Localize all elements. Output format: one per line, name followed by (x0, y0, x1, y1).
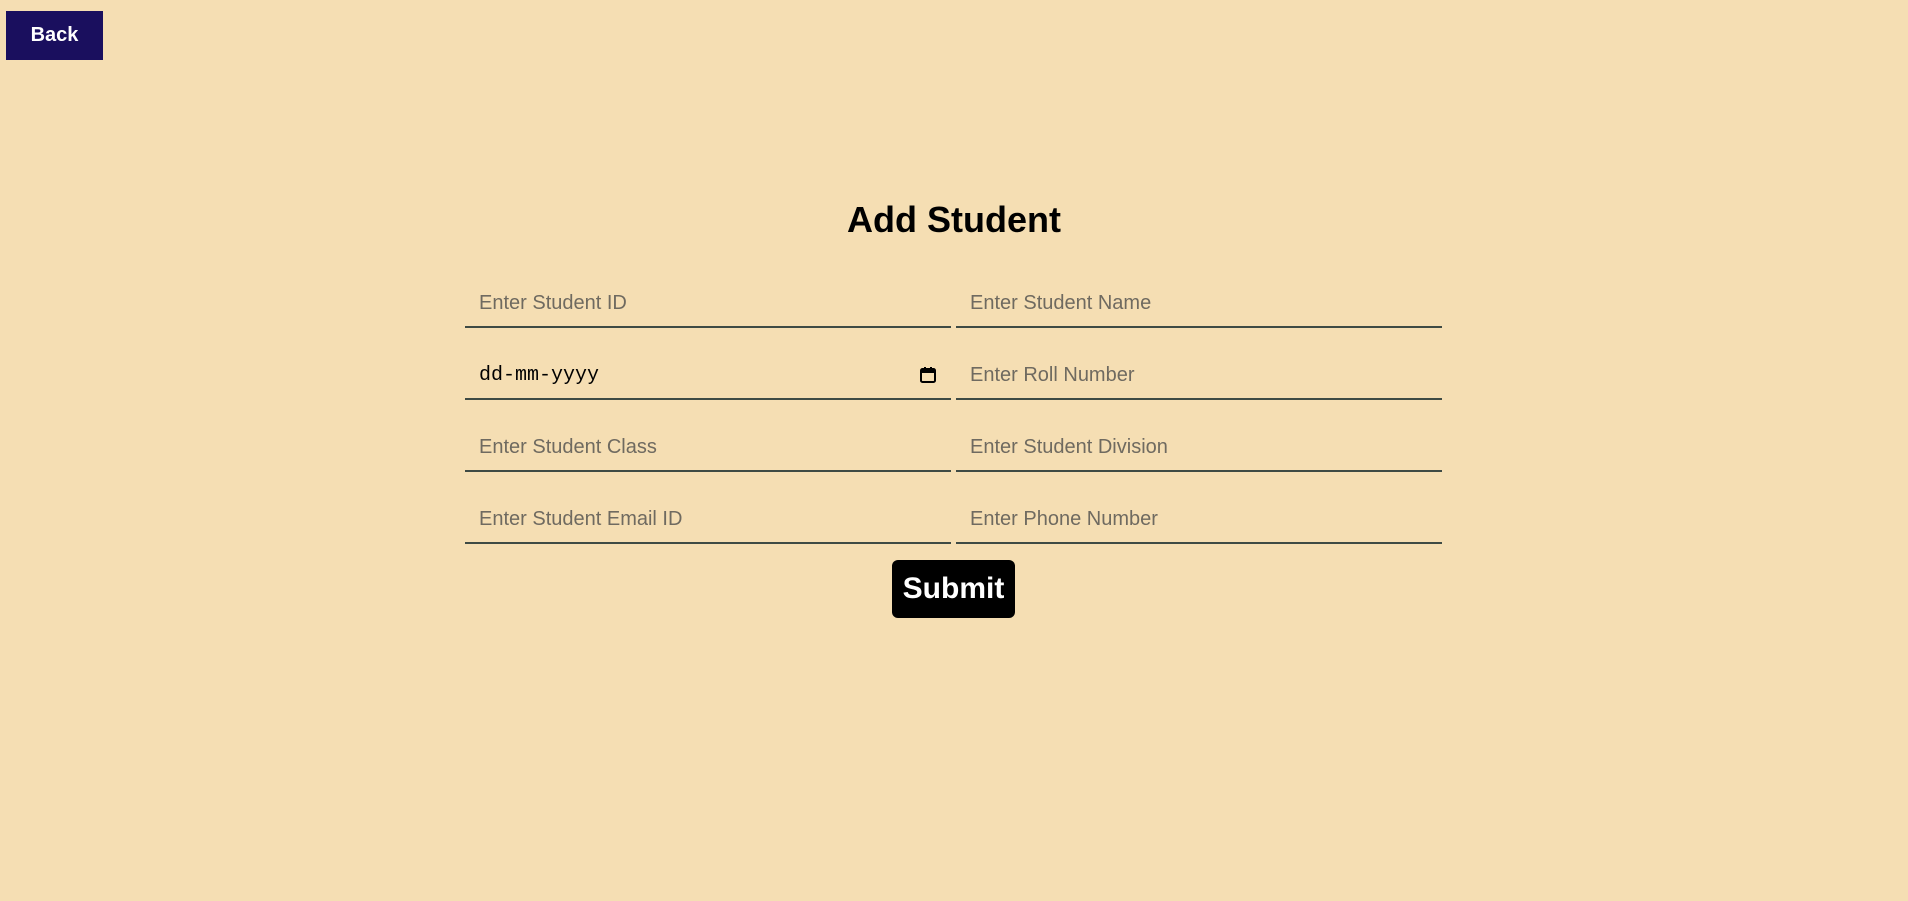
back-button[interactable]: Back (6, 11, 103, 60)
submit-button[interactable]: Submit (892, 560, 1015, 618)
student-email-input[interactable] (465, 496, 951, 544)
phone-number-input[interactable] (956, 496, 1442, 544)
date-format-placeholder: dd-mm-yyyy (479, 363, 600, 387)
calendar-icon[interactable] (919, 366, 937, 384)
roll-number-input[interactable] (956, 352, 1442, 400)
add-student-form: dd-mm-yyyy (465, 280, 1442, 544)
date-of-birth-input[interactable]: dd-mm-yyyy (465, 352, 951, 400)
student-name-input[interactable] (956, 280, 1442, 328)
student-id-input[interactable] (465, 280, 951, 328)
page-title: Add Student (847, 199, 1061, 240)
student-division-input[interactable] (956, 424, 1442, 472)
student-class-input[interactable] (465, 424, 951, 472)
